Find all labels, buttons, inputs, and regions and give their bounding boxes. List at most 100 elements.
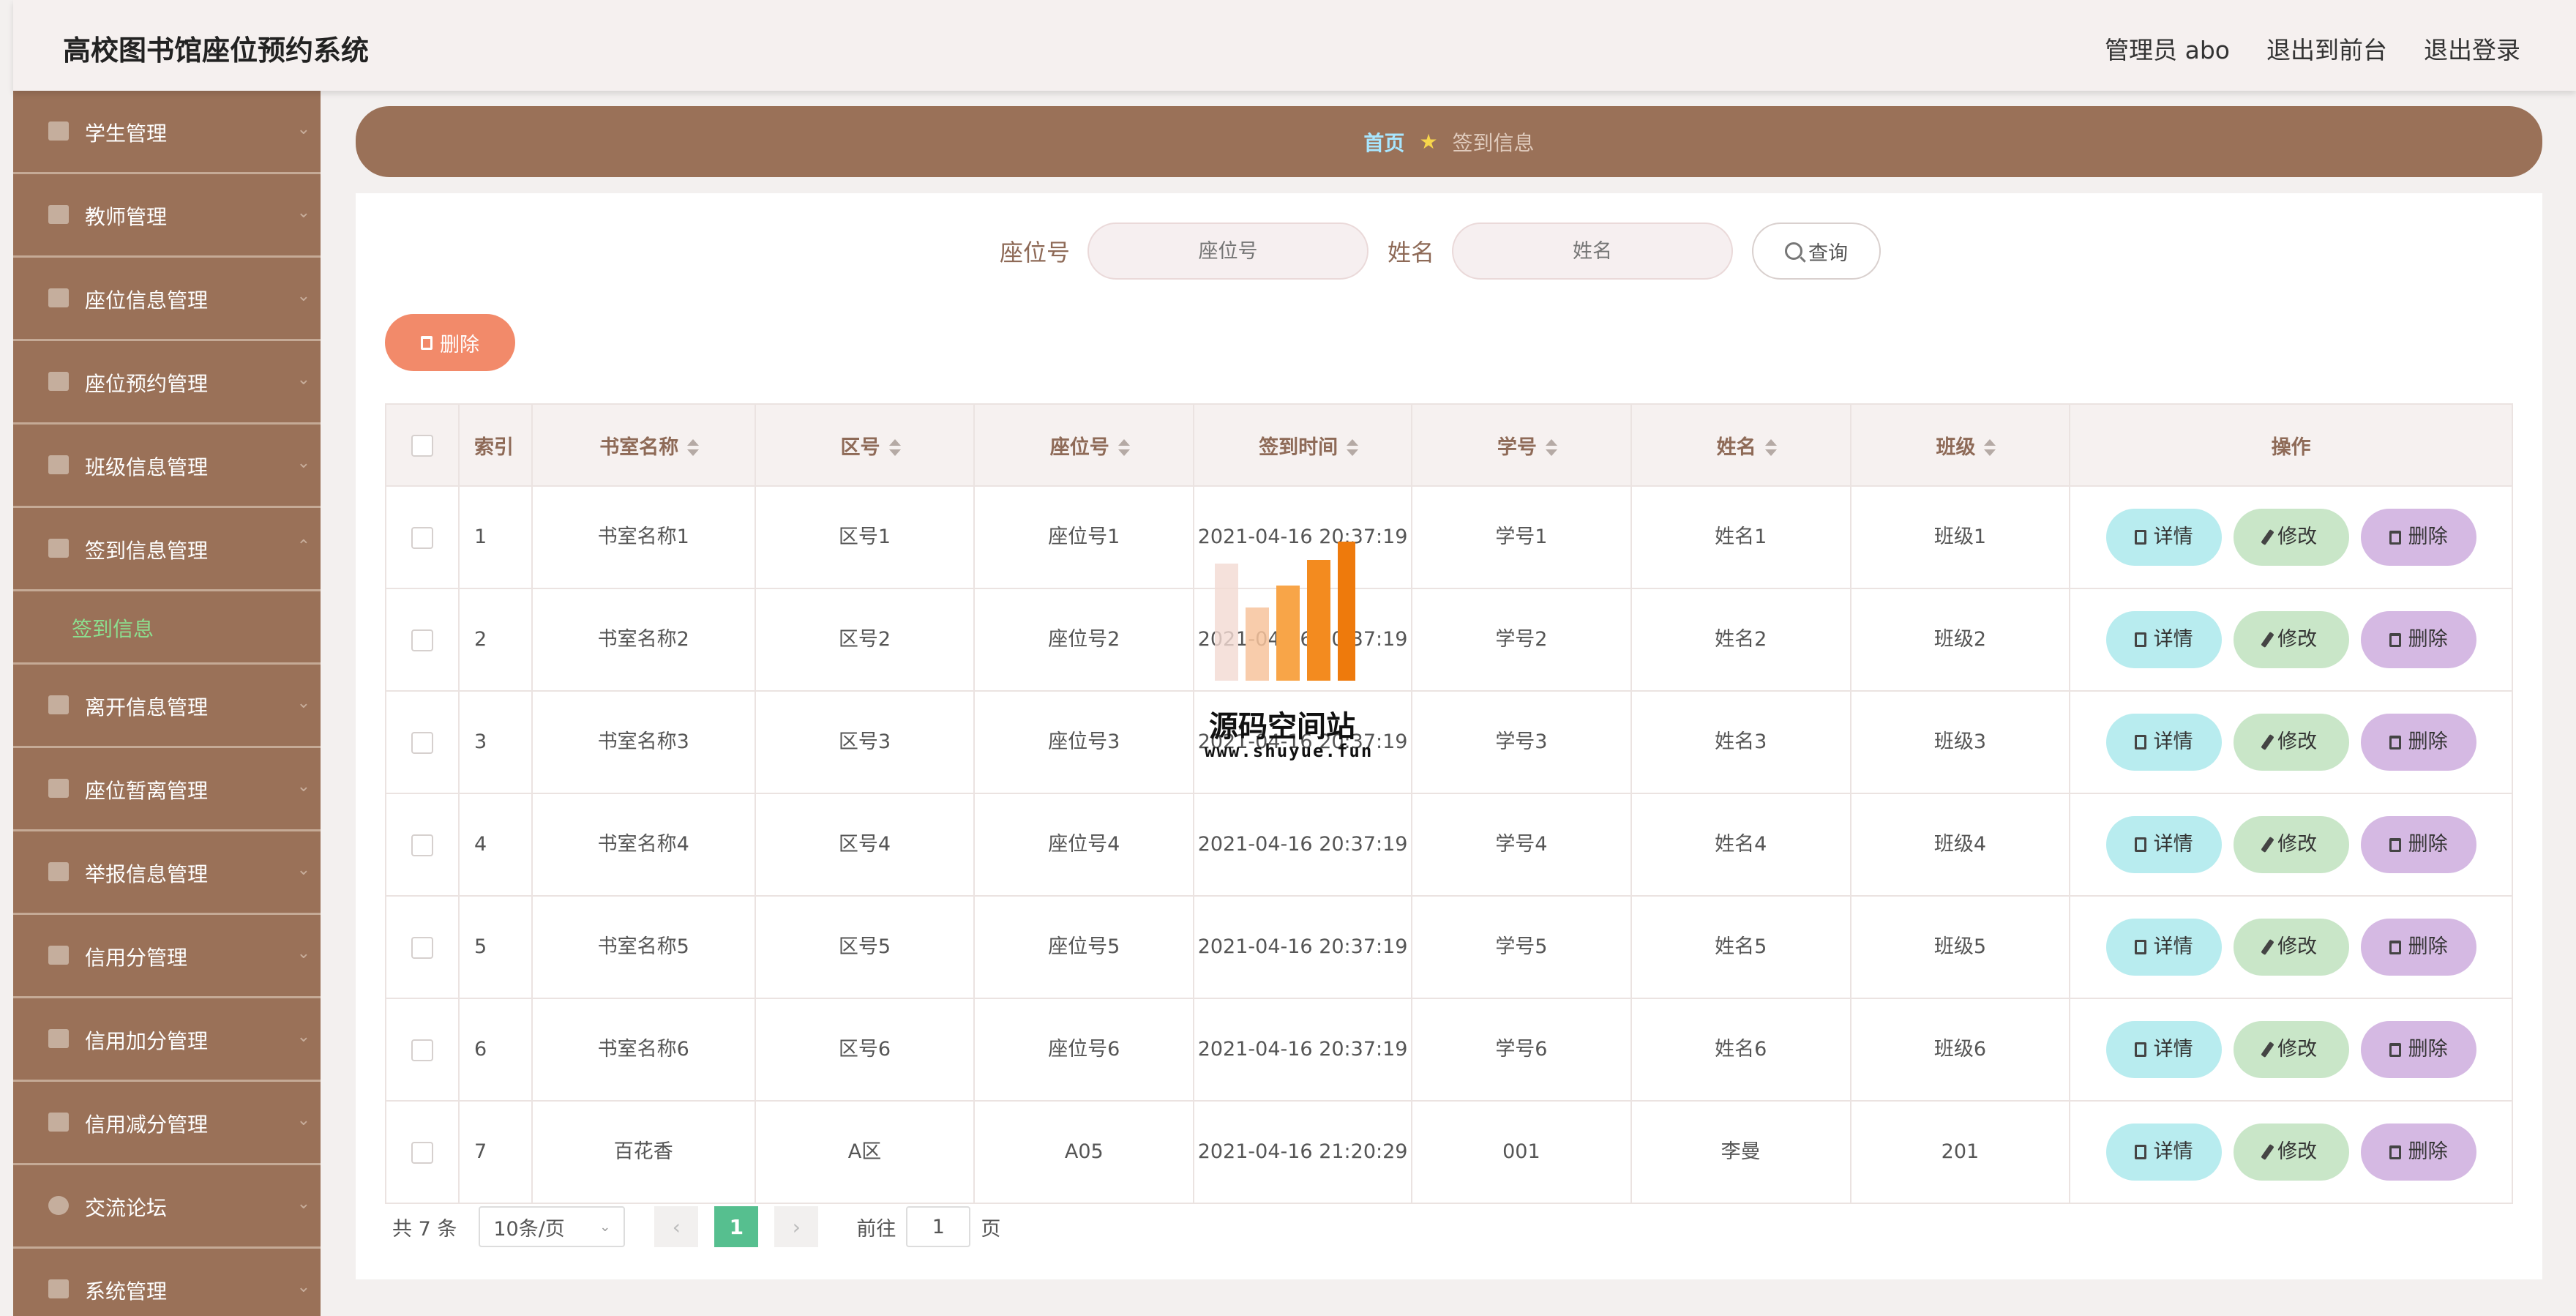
sidebar-item-class-info[interactable]: 班级信息管理 ⌄ xyxy=(13,425,321,508)
cell-name: 李曼 xyxy=(1630,1100,1852,1204)
logout-link[interactable]: 退出登录 xyxy=(2424,31,2520,66)
compass-icon xyxy=(48,1196,69,1215)
detail-button[interactable]: 详情 xyxy=(2105,611,2222,668)
row-checkbox[interactable] xyxy=(411,1141,433,1164)
row-checkbox[interactable] xyxy=(411,629,433,651)
select-cell xyxy=(385,793,460,897)
sidebar-item-checkin[interactable]: 签到信息管理 ⌃ xyxy=(13,508,321,591)
grid-icon xyxy=(48,121,69,141)
edit-button[interactable]: 修改 xyxy=(2233,509,2349,566)
table-row: 3 书室名称3 区号3 座位号3 2021-04-16 20:37:19 学号3 姓名3 班级… xyxy=(385,690,2513,794)
next-page-button[interactable]: › xyxy=(774,1206,819,1247)
edit-button-label: 修改 xyxy=(2277,935,2318,958)
col-student-id[interactable]: 学号 xyxy=(1411,403,1632,487)
seat-search-input[interactable] xyxy=(1087,223,1369,280)
document-icon xyxy=(2134,940,2146,954)
sidebar-item-seat-reservation[interactable]: 座位预约管理 ⌄ xyxy=(13,341,321,425)
edit-button[interactable]: 修改 xyxy=(2233,714,2349,771)
select-all-cell xyxy=(385,403,460,487)
chevron-left-icon: ‹ xyxy=(672,1214,681,1239)
admin-user-link[interactable]: 管理员 abo xyxy=(2105,31,2230,66)
cell-name: 姓名6 xyxy=(1630,998,1852,1102)
delete-button[interactable]: 删除 xyxy=(2360,816,2476,873)
col-class[interactable]: 班级 xyxy=(1849,403,2071,487)
row-checkbox[interactable] xyxy=(411,1039,433,1061)
goto-page-input[interactable] xyxy=(906,1206,971,1247)
col-seat[interactable]: 座位号 xyxy=(973,403,1195,487)
select-cell xyxy=(385,1100,460,1204)
detail-button[interactable]: 详情 xyxy=(2105,919,2222,976)
chevron-down-icon: ⌄ xyxy=(296,1278,310,1296)
col-name[interactable]: 姓名 xyxy=(1630,403,1852,487)
detail-button[interactable]: 详情 xyxy=(2105,1021,2222,1078)
breadcrumb-home[interactable]: 首页 xyxy=(1363,127,1404,157)
cell-time: 2021-04-16 20:37:19 xyxy=(1193,895,1413,999)
detail-button[interactable]: 详情 xyxy=(2105,509,2222,566)
select-all-checkbox[interactable] xyxy=(411,434,433,457)
detail-button[interactable]: 详情 xyxy=(2105,816,2222,873)
table-row: 4 书室名称4 区号4 座位号4 2021-04-16 20:37:19 学号4 姓名4 班级… xyxy=(385,793,2513,897)
cell-zone: 区号3 xyxy=(754,690,976,794)
sidebar-item-label: 系统管理 xyxy=(85,1279,168,1304)
table-row: 2 书室名称2 区号2 座位号2 2021-04-16 20:37:19 学号2 姓名2 班级… xyxy=(385,588,2513,692)
edit-button[interactable]: 修改 xyxy=(2233,1021,2349,1078)
delete-button[interactable]: 删除 xyxy=(2360,509,2476,566)
sidebar-item-credit[interactable]: 信用分管理 ⌄ xyxy=(13,915,321,998)
sidebar-item-seat-away[interactable]: 座位暂离管理 ⌄ xyxy=(13,748,321,831)
col-time[interactable]: 签到时间 xyxy=(1193,403,1413,487)
detail-button-label: 详情 xyxy=(2153,833,2193,856)
edit-button[interactable]: 修改 xyxy=(2233,1124,2349,1181)
detail-button-label: 详情 xyxy=(2153,1038,2193,1061)
sidebar-item-seat-info[interactable]: 座位信息管理 ⌄ xyxy=(13,258,321,341)
table-row: 6 书室名称6 区号6 座位号6 2021-04-16 20:37:19 学号6 姓名6 班级… xyxy=(385,998,2513,1102)
delete-button[interactable]: 删除 xyxy=(2360,919,2476,976)
chevron-down-icon: ⌄ xyxy=(296,1111,310,1129)
chevron-down-icon: ⌄ xyxy=(296,861,310,879)
trash-icon xyxy=(2389,530,2401,545)
delete-button[interactable]: 删除 xyxy=(2360,611,2476,668)
search-button[interactable]: 查询 xyxy=(1752,223,1882,280)
edit-button[interactable]: 修改 xyxy=(2233,919,2349,976)
cell-actions: 详情 修改 删除 xyxy=(2069,485,2513,589)
sidebar-item-teachers[interactable]: 教师管理 ⌄ xyxy=(13,174,321,258)
row-checkbox[interactable] xyxy=(411,834,433,856)
cell-actions: 详情 修改 删除 xyxy=(2069,588,2513,692)
detail-button[interactable]: 详情 xyxy=(2105,1124,2222,1181)
sidebar-item-leave-info[interactable]: 离开信息管理 ⌄ xyxy=(13,665,321,748)
exit-to-frontend-link[interactable]: 退出到前台 xyxy=(2266,31,2387,66)
edit-button[interactable]: 修改 xyxy=(2233,611,2349,668)
sidebar-item-label: 信用分管理 xyxy=(85,946,188,970)
col-zone[interactable]: 区号 xyxy=(754,403,976,487)
row-checkbox[interactable] xyxy=(411,526,433,549)
sidebar-item-label: 交流论坛 xyxy=(85,1196,168,1220)
delete-button[interactable]: 删除 xyxy=(2360,1021,2476,1078)
cell-class: 班级6 xyxy=(1849,998,2071,1102)
detail-button[interactable]: 详情 xyxy=(2105,714,2222,771)
edit-button[interactable]: 修改 xyxy=(2233,816,2349,873)
sidebar-item-label: 信用减分管理 xyxy=(85,1113,209,1137)
sidebar-item-report-info[interactable]: 举报信息管理 ⌄ xyxy=(13,831,321,915)
sidebar-item-label: 教师管理 xyxy=(85,205,168,229)
trash-icon xyxy=(2389,1145,2401,1159)
delete-button-label: 删除 xyxy=(2408,1140,2448,1163)
sidebar-item-credit-deduct[interactable]: 信用减分管理 ⌄ xyxy=(13,1082,321,1165)
page-number-button[interactable]: 1 xyxy=(714,1206,759,1247)
delete-button[interactable]: 删除 xyxy=(2360,714,2476,771)
sidebar-item-label: 班级信息管理 xyxy=(85,455,209,479)
batch-delete-button[interactable]: 删除 xyxy=(385,314,515,371)
sidebar-item-forum[interactable]: 交流论坛 ⌄ xyxy=(13,1165,321,1249)
delete-button-label: 删除 xyxy=(2408,628,2448,651)
prev-page-button[interactable]: ‹ xyxy=(654,1206,699,1247)
send-icon xyxy=(48,455,69,474)
sidebar-subitem-checkin-info[interactable]: 签到信息 xyxy=(13,591,321,665)
delete-button[interactable]: 删除 xyxy=(2360,1124,2476,1181)
name-search-input[interactable] xyxy=(1452,223,1734,280)
sidebar-item-system[interactable]: 系统管理 ⌄ xyxy=(13,1249,321,1316)
row-checkbox[interactable] xyxy=(411,936,433,959)
sidebar-item-credit-add[interactable]: 信用加分管理 ⌄ xyxy=(13,998,321,1082)
page-size-select[interactable]: 10条/页 ⌄ xyxy=(479,1206,626,1247)
row-checkbox[interactable] xyxy=(411,731,433,754)
col-room[interactable]: 书室名称 xyxy=(531,403,756,487)
sidebar-item-students[interactable]: 学生管理 ⌄ xyxy=(13,91,321,174)
chevron-down-icon: ⌄ xyxy=(296,454,310,472)
